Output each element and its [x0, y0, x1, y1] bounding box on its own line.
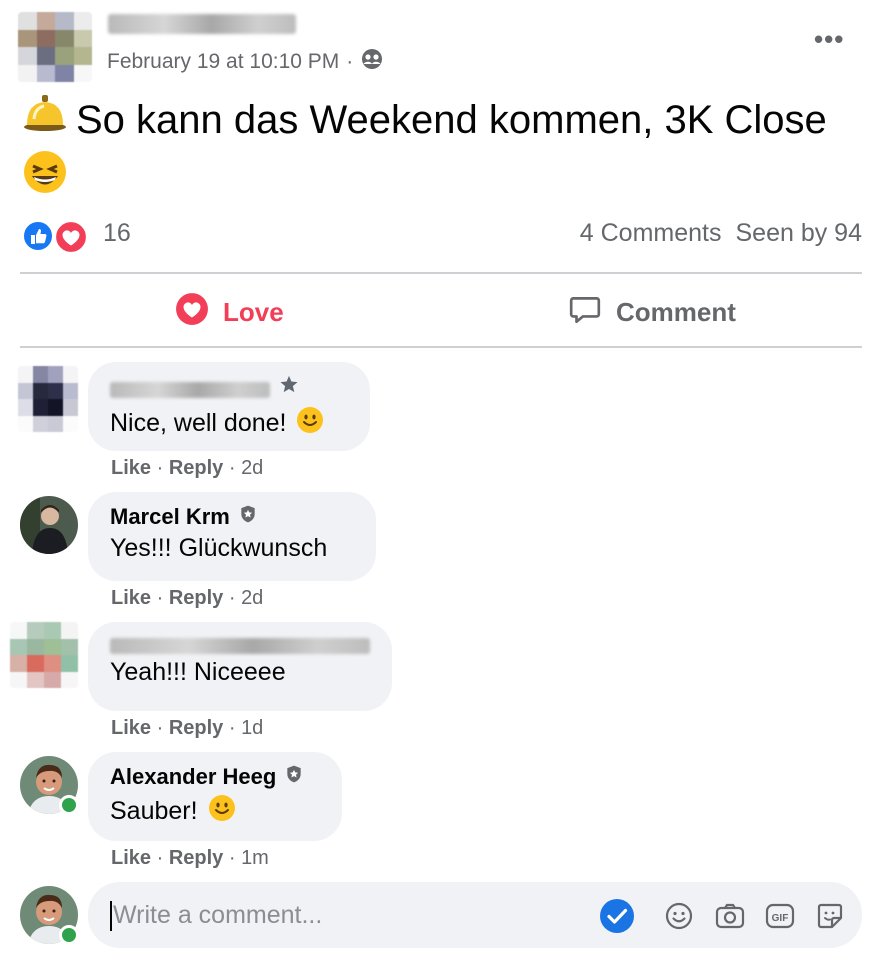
slightly-smiling-face-emoji	[208, 794, 236, 829]
comment-reply-link[interactable]: Reply	[169, 587, 223, 609]
more-options-icon[interactable]: •••	[814, 24, 844, 55]
comment-author-blurred	[110, 382, 270, 398]
comment-like-link[interactable]: Like	[111, 717, 151, 739]
comment-reply-link[interactable]: Reply	[169, 847, 223, 869]
friends-icon[interactable]	[360, 47, 384, 77]
comment-author-name: Marcel Krm	[110, 504, 230, 529]
comment-time[interactable]: 1d	[241, 717, 263, 739]
comment-text: Nice, well done!	[110, 409, 287, 437]
meta-separator: ·	[346, 50, 354, 73]
camera-icon[interactable]	[714, 901, 746, 936]
comment-author[interactable]	[110, 634, 370, 654]
comment-author[interactable]	[110, 374, 348, 402]
love-reaction-icon	[54, 220, 88, 259]
comment-actions: Like · Reply · 2d	[111, 587, 264, 609]
comments-count[interactable]: 4 Comments	[580, 219, 722, 248]
author-avatar[interactable]	[18, 12, 92, 82]
comment-text-row: Yeah!!! Niceeee	[110, 658, 370, 687]
comment-time[interactable]: 2d	[241, 587, 263, 609]
commenter-avatar[interactable]	[20, 496, 78, 554]
love-label: Love	[223, 297, 284, 327]
svg-text:GIF: GIF	[772, 913, 789, 924]
comment-reply-link[interactable]: Reply	[169, 457, 223, 479]
comment-text: Yeah!!! Niceeee	[110, 658, 286, 686]
divider-bottom	[20, 346, 862, 348]
comment-text-row: Yes!!! Glückwunsch	[110, 534, 354, 563]
comment-bubble[interactable]: Yeah!!! Niceeee	[88, 622, 392, 711]
love-button[interactable]: Love	[175, 292, 284, 333]
comment-author[interactable]: Marcel Krm	[110, 504, 354, 530]
comment-composer[interactable]: Write a comment... GIF	[88, 882, 862, 948]
comment-bubble[interactable]: Marcel Krm Yes!!! Glückwunsch	[88, 492, 376, 581]
comment-actions: Like · Reply · 2d	[111, 457, 264, 479]
top-fan-star-icon	[278, 374, 300, 402]
post-meta: February 19 at 10:10 PM ·	[107, 47, 384, 77]
engagement-summary: 4 Comments Seen by 94	[580, 219, 862, 248]
comment-author-blurred	[110, 638, 370, 654]
comment-reply-link[interactable]: Reply	[169, 717, 223, 739]
emoji-icon[interactable]	[664, 901, 694, 936]
like-reaction-icon	[22, 220, 54, 257]
comment-button[interactable]: Comment	[568, 292, 736, 333]
comment-label: Comment	[616, 297, 736, 327]
comment-text: Yes!!! Glückwunsch	[110, 534, 328, 562]
comment-author[interactable]: Alexander Heeg	[110, 764, 320, 790]
love-icon	[175, 292, 209, 333]
comment-time[interactable]: 2d	[241, 457, 263, 479]
gif-icon[interactable]: GIF	[764, 901, 796, 936]
online-status-dot	[59, 925, 79, 945]
comment-like-link[interactable]: Like	[111, 587, 151, 609]
comment-actions: Like · Reply · 1m	[111, 847, 269, 869]
sticker-icon[interactable]	[815, 901, 845, 936]
reaction-icons[interactable]	[22, 218, 92, 254]
comment-time[interactable]: 1m	[241, 847, 269, 869]
divider-top	[20, 272, 862, 274]
grinning-squinting-face-emoji	[22, 149, 68, 209]
comment-bubble[interactable]: Alexander Heeg Sauber!	[88, 752, 342, 841]
verified-shield-icon	[284, 764, 304, 790]
comment-author-name: Alexander Heeg	[110, 764, 277, 789]
verified-shield-icon	[238, 504, 258, 530]
comment-text: Sauber!	[110, 797, 198, 825]
slightly-smiling-face-emoji	[296, 406, 324, 441]
reaction-count[interactable]: 16	[103, 219, 131, 248]
author-name-blurred[interactable]	[108, 14, 296, 34]
text-cursor	[110, 901, 112, 931]
online-status-dot	[59, 795, 79, 815]
commenter-avatar[interactable]	[18, 366, 78, 432]
bellhop-bell-emoji	[22, 89, 68, 149]
comment-actions: Like · Reply · 1d	[111, 717, 264, 739]
comment-bubble[interactable]: Nice, well done!	[88, 362, 370, 451]
check-badge-icon[interactable]	[599, 898, 635, 939]
post-text: So kann das Weekend kommen, 3K Close	[76, 98, 827, 142]
post-body: So kann das Weekend kommen, 3K Close	[22, 93, 872, 209]
comment-like-link[interactable]: Like	[111, 847, 151, 869]
comment-text-row: Nice, well done!	[110, 406, 348, 441]
comment-text-row: Sauber!	[110, 794, 320, 829]
comment-input[interactable]: Write a comment...	[113, 901, 322, 930]
seen-by-count[interactable]: Seen by 94	[736, 219, 863, 248]
comment-like-link[interactable]: Like	[111, 457, 151, 479]
post-timestamp[interactable]: February 19 at 10:10 PM	[107, 50, 339, 74]
comment-icon	[568, 292, 602, 333]
commenter-avatar[interactable]	[10, 622, 78, 688]
